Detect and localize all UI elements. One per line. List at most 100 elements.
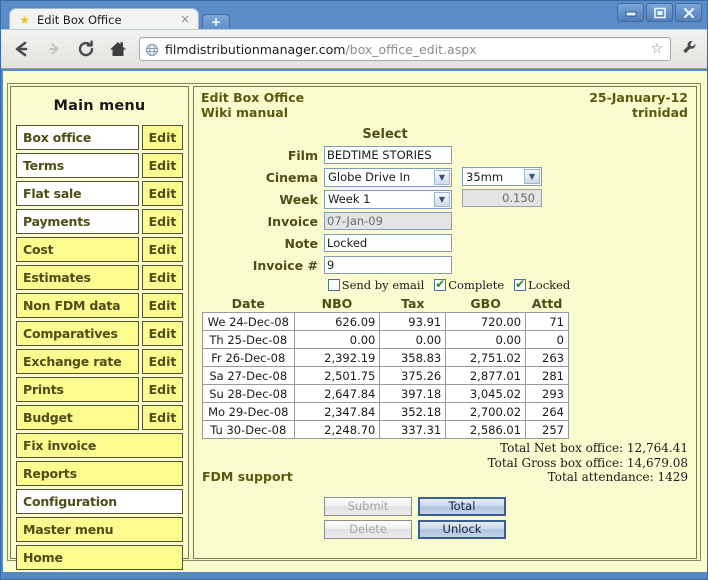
checkbox-send-by-email[interactable]: Send by email bbox=[328, 278, 425, 292]
close-icon[interactable]: × bbox=[178, 13, 192, 27]
sidebar-edit-button[interactable]: Edit bbox=[142, 349, 183, 374]
cell-nbo[interactable]: 2,392.19 bbox=[294, 349, 380, 367]
sidebar-item-master-menu[interactable]: Master menu bbox=[16, 517, 183, 542]
sidebar-item-label[interactable]: Home bbox=[16, 545, 183, 570]
cell-tax[interactable]: 397.18 bbox=[380, 385, 446, 403]
cell-tax[interactable]: 352.18 bbox=[380, 403, 446, 421]
sidebar-item-comparatives[interactable]: ComparativesEdit bbox=[16, 321, 183, 346]
cell-gbo[interactable]: 2,586.01 bbox=[446, 421, 526, 439]
sidebar-item-estimates[interactable]: EstimatesEdit bbox=[16, 265, 183, 290]
sidebar-item-label[interactable]: Flat sale bbox=[16, 181, 139, 206]
cell-gbo[interactable]: 2,751.02 bbox=[446, 349, 526, 367]
checkbox-box-locked[interactable] bbox=[514, 279, 526, 291]
cell-gbo[interactable]: 2,877.01 bbox=[446, 367, 526, 385]
format-select[interactable]: 35mm ▼ bbox=[462, 167, 542, 186]
cell-nbo[interactable]: 2,248.70 bbox=[294, 421, 380, 439]
page-subtitle[interactable]: Wiki manual bbox=[201, 105, 304, 120]
sidebar-edit-button[interactable]: Edit bbox=[142, 293, 183, 318]
checkbox-locked[interactable]: Locked bbox=[514, 278, 570, 292]
sidebar-item-label[interactable]: Non FDM data bbox=[16, 293, 139, 318]
cinema-select[interactable]: Globe Drive In▼ bbox=[324, 168, 452, 187]
cell-tax[interactable]: 375.26 bbox=[380, 367, 446, 385]
sidebar-item-label[interactable]: Terms bbox=[16, 153, 139, 178]
sidebar-item-reports[interactable]: Reports bbox=[16, 461, 183, 486]
cell-attd[interactable]: 71 bbox=[526, 313, 569, 331]
checkbox-box-send-by-email[interactable] bbox=[328, 279, 340, 291]
sidebar-item-prints[interactable]: PrintsEdit bbox=[16, 377, 183, 402]
table-row[interactable]: Su 28-Dec-082,647.84397.183,045.02293 bbox=[203, 385, 569, 403]
maximize-icon[interactable] bbox=[646, 3, 673, 22]
cell-attd[interactable]: 263 bbox=[526, 349, 569, 367]
sidebar-item-home[interactable]: Home bbox=[16, 545, 183, 570]
sidebar-item-label[interactable]: Cost bbox=[16, 237, 139, 262]
cell-attd[interactable]: 281 bbox=[526, 367, 569, 385]
sidebar-item-budget[interactable]: BudgetEdit bbox=[16, 405, 183, 430]
cell-nbo[interactable]: 2,647.84 bbox=[294, 385, 380, 403]
sidebar-edit-button[interactable]: Edit bbox=[142, 181, 183, 206]
cell-nbo[interactable]: 626.09 bbox=[294, 313, 380, 331]
minimize-icon[interactable] bbox=[617, 3, 644, 22]
checkbox-complete[interactable]: Complete bbox=[434, 278, 504, 292]
film-input[interactable]: BEDTIME STORIES bbox=[324, 146, 452, 164]
cell-attd[interactable]: 0 bbox=[526, 331, 569, 349]
table-row[interactable]: Tu 30-Dec-082,248.70337.312,586.01257 bbox=[203, 421, 569, 439]
sidebar-item-label[interactable]: Configuration bbox=[16, 489, 183, 514]
sidebar-edit-button[interactable]: Edit bbox=[142, 125, 183, 150]
cell-nbo[interactable]: 2,501.75 bbox=[294, 367, 380, 385]
sidebar-item-label[interactable]: Master menu bbox=[16, 517, 183, 542]
sidebar-item-cost[interactable]: CostEdit bbox=[16, 237, 183, 262]
sidebar-item-label[interactable]: Fix invoice bbox=[16, 433, 183, 458]
table-row[interactable]: Th 25-Dec-080.000.000.000 bbox=[203, 331, 569, 349]
sidebar-item-label[interactable]: Payments bbox=[16, 209, 139, 234]
sidebar-edit-button[interactable]: Edit bbox=[142, 209, 183, 234]
table-row[interactable]: Fr 26-Dec-082,392.19358.832,751.02263 bbox=[203, 349, 569, 367]
unlock-button[interactable]: Unlock bbox=[418, 520, 506, 539]
sidebar-item-box-office[interactable]: Box officeEdit bbox=[16, 125, 183, 150]
cell-tax[interactable]: 358.83 bbox=[380, 349, 446, 367]
sidebar-item-fix-invoice[interactable]: Fix invoice bbox=[16, 433, 183, 458]
sidebar-item-label[interactable]: Comparatives bbox=[16, 321, 139, 346]
sidebar-edit-button[interactable]: Edit bbox=[142, 153, 183, 178]
cell-attd[interactable]: 257 bbox=[526, 421, 569, 439]
sidebar-item-non-fdm-data[interactable]: Non FDM dataEdit bbox=[16, 293, 183, 318]
sidebar-item-configuration[interactable]: Configuration bbox=[16, 489, 183, 514]
chevron-down-icon[interactable]: ▼ bbox=[524, 169, 540, 184]
sidebar-item-label[interactable]: Budget bbox=[16, 405, 139, 430]
format-select-box[interactable]: 35mm ▼ bbox=[462, 167, 542, 186]
cell-gbo[interactable]: 3,045.02 bbox=[446, 385, 526, 403]
cell-attd[interactable]: 264 bbox=[526, 403, 569, 421]
cell-nbo[interactable]: 2,347.84 bbox=[294, 403, 380, 421]
sidebar-item-label[interactable]: Estimates bbox=[16, 265, 139, 290]
total-button[interactable]: Total bbox=[418, 497, 506, 516]
bookmark-star-icon[interactable]: ☆ bbox=[648, 41, 666, 57]
sidebar-item-label[interactable]: Reports bbox=[16, 461, 183, 486]
back-arrow-icon[interactable] bbox=[9, 36, 35, 62]
close-icon[interactable] bbox=[675, 3, 702, 22]
sidebar-item-payments[interactable]: PaymentsEdit bbox=[16, 209, 183, 234]
address-bar[interactable]: filmdistributionmanager.com/box_office_e… bbox=[139, 37, 671, 61]
cell-gbo[interactable]: 0.00 bbox=[446, 331, 526, 349]
fdm-support-link[interactable]: FDM support bbox=[202, 470, 293, 485]
sidebar-edit-button[interactable]: Edit bbox=[142, 265, 183, 290]
cell-gbo[interactable]: 720.00 bbox=[446, 313, 526, 331]
invoice-input[interactable]: 9 bbox=[324, 256, 452, 274]
week-select[interactable]: Week 1▼ bbox=[324, 190, 452, 209]
wrench-icon[interactable] bbox=[679, 39, 699, 60]
sidebar-item-terms[interactable]: TermsEdit bbox=[16, 153, 183, 178]
chevron-down-icon[interactable]: ▼ bbox=[434, 170, 450, 185]
reload-icon[interactable] bbox=[73, 36, 99, 62]
cell-tax[interactable]: 0.00 bbox=[380, 331, 446, 349]
sidebar-edit-button[interactable]: Edit bbox=[142, 377, 183, 402]
cell-tax[interactable]: 337.31 bbox=[380, 421, 446, 439]
chevron-down-icon[interactable]: ▼ bbox=[434, 192, 450, 207]
browser-tab[interactable]: ★ Edit Box Office × bbox=[9, 8, 199, 31]
cell-nbo[interactable]: 0.00 bbox=[294, 331, 380, 349]
sidebar-item-label[interactable]: Prints bbox=[16, 377, 139, 402]
cell-gbo[interactable]: 2,700.02 bbox=[446, 403, 526, 421]
cell-tax[interactable]: 93.91 bbox=[380, 313, 446, 331]
table-row[interactable]: Mo 29-Dec-082,347.84352.182,700.02264 bbox=[203, 403, 569, 421]
sidebar-item-label[interactable]: Exchange rate bbox=[16, 349, 139, 374]
sidebar-edit-button[interactable]: Edit bbox=[142, 237, 183, 262]
sidebar-item-flat-sale[interactable]: Flat saleEdit bbox=[16, 181, 183, 206]
home-icon[interactable] bbox=[105, 36, 131, 62]
